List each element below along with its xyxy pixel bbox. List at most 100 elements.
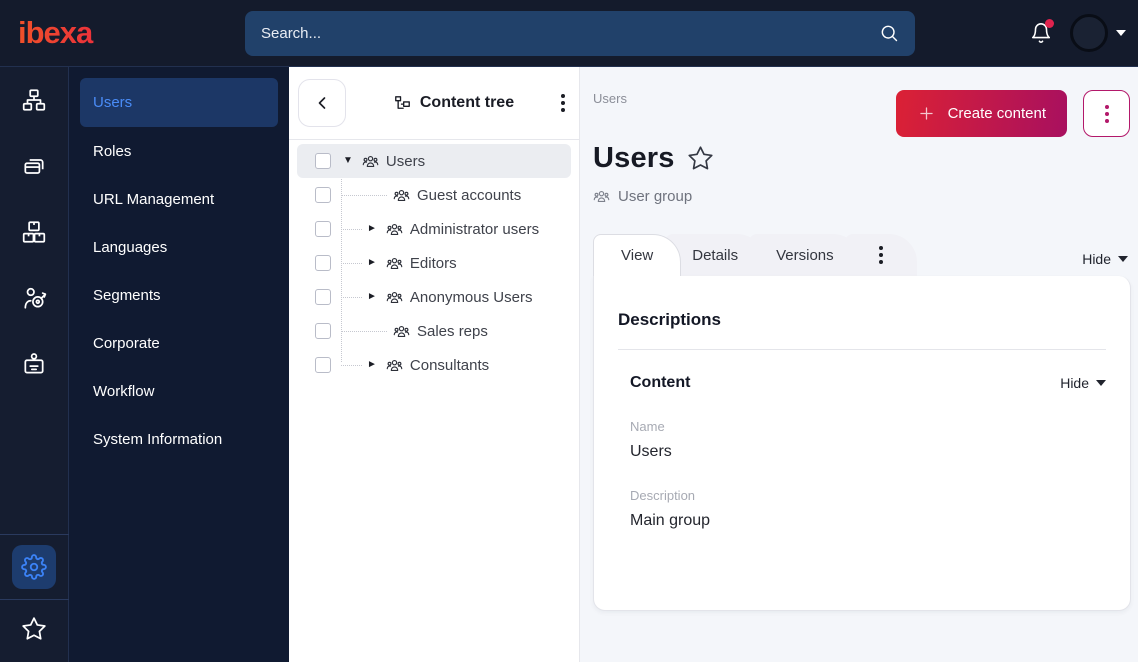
user-group-icon bbox=[593, 188, 610, 205]
sitemap-icon[interactable] bbox=[0, 67, 69, 133]
kebab-icon bbox=[878, 246, 883, 264]
tab-view[interactable]: View bbox=[593, 234, 682, 276]
sidebar-item-users[interactable]: Users bbox=[80, 78, 278, 127]
field-value-name: Users bbox=[630, 443, 672, 460]
tree-item-consultants[interactable]: ► Consultants bbox=[297, 348, 571, 382]
bookmark-star-icon[interactable] bbox=[687, 145, 714, 172]
tree-connector-line bbox=[341, 296, 362, 298]
content-type-row: User group bbox=[593, 188, 1131, 205]
content-heading: Content bbox=[630, 374, 691, 391]
admin-menu: Users Roles URL Management Languages Seg… bbox=[69, 67, 289, 662]
tree-item-label: Editors bbox=[409, 254, 457, 272]
tree-item-label: Guest accounts bbox=[417, 186, 522, 204]
more-options-button[interactable] bbox=[1083, 90, 1130, 137]
tree-item-sales-reps[interactable]: Sales reps bbox=[297, 314, 571, 348]
topbar: ibexa bbox=[0, 0, 1138, 67]
tree-item-checkbox[interactable] bbox=[315, 153, 331, 169]
personalization-icon[interactable] bbox=[0, 265, 69, 331]
tree-item-label: Consultants bbox=[409, 356, 490, 374]
sidebar-item-segments[interactable]: Segments bbox=[69, 271, 289, 319]
user-menu-chevron-down-icon[interactable] bbox=[1116, 30, 1126, 36]
tree-item-checkbox[interactable] bbox=[315, 323, 331, 339]
hide-tabs-toggle[interactable]: Hide bbox=[1082, 251, 1128, 267]
content-tree-title-wrap: Content tree bbox=[346, 94, 561, 113]
kebab-icon bbox=[1104, 104, 1109, 123]
content-tree-icon bbox=[393, 94, 412, 113]
user-group-icon bbox=[386, 255, 403, 272]
products-icon[interactable] bbox=[0, 199, 69, 265]
sidebar-item-workflow[interactable]: Workflow bbox=[69, 367, 289, 415]
tree-item-administrator-users[interactable]: ► Administrator users bbox=[297, 212, 571, 246]
id-badge-icon[interactable] bbox=[0, 331, 69, 397]
rail-bottom bbox=[0, 534, 69, 662]
expand-caret-icon[interactable]: ► bbox=[367, 224, 377, 234]
title-row: Users bbox=[593, 142, 1131, 175]
star-icon[interactable] bbox=[0, 600, 69, 658]
user-group-icon bbox=[393, 187, 410, 204]
expand-caret-icon[interactable]: ► bbox=[367, 258, 377, 268]
user-avatar[interactable] bbox=[1070, 14, 1108, 52]
card-divider bbox=[618, 349, 1106, 350]
module-rail bbox=[0, 67, 69, 662]
user-group-icon bbox=[386, 289, 403, 306]
descriptions-heading: Descriptions bbox=[618, 310, 721, 329]
sidebar-item-languages[interactable]: Languages bbox=[69, 223, 289, 271]
notifications-bell-icon[interactable] bbox=[1030, 19, 1054, 44]
content-tree-panel: Content tree ▼ Users Guest accounts ► Ad… bbox=[289, 67, 580, 662]
notification-dot bbox=[1045, 19, 1054, 28]
tree-item-checkbox[interactable] bbox=[315, 221, 331, 237]
field-label-description: Description bbox=[630, 488, 696, 503]
tree-item-label: Users bbox=[385, 152, 426, 170]
tree-item-guest-accounts[interactable]: Guest accounts bbox=[297, 178, 571, 212]
plus-icon bbox=[917, 104, 936, 123]
tree-item-checkbox[interactable] bbox=[315, 187, 331, 203]
content-section-head: Content Hide bbox=[630, 374, 1106, 392]
content-tree-header: Content tree bbox=[289, 67, 579, 140]
search-icon[interactable] bbox=[879, 23, 899, 43]
main-content: Users Create content Users User group Vi… bbox=[580, 67, 1138, 662]
tree-connector-line bbox=[341, 364, 362, 366]
settings-gear-icon[interactable] bbox=[12, 545, 56, 589]
user-group-icon bbox=[362, 153, 379, 170]
tree-connector-line bbox=[341, 194, 387, 196]
content-section: Content Hide Name Users Description Main… bbox=[618, 374, 1106, 530]
field-label-name: Name bbox=[630, 419, 665, 434]
expand-caret-icon[interactable]: ► bbox=[367, 292, 377, 302]
sidebar-item-url-management[interactable]: URL Management bbox=[69, 175, 289, 223]
collapse-tree-button[interactable] bbox=[298, 79, 346, 127]
hide-section-toggle[interactable]: Hide bbox=[1060, 375, 1106, 391]
user-group-icon bbox=[393, 323, 410, 340]
tree-connector-line bbox=[341, 330, 387, 332]
tree-item-label: Sales reps bbox=[417, 322, 488, 340]
ibexa-logo: ibexa bbox=[18, 15, 218, 51]
tree-item-checkbox[interactable] bbox=[315, 357, 331, 373]
sidebar-item-corporate[interactable]: Corporate bbox=[69, 319, 289, 367]
sidebar-item-system-information[interactable]: System Information bbox=[69, 415, 289, 463]
tree-item-checkbox[interactable] bbox=[315, 289, 331, 305]
page-title: Users bbox=[593, 142, 675, 174]
tree-item-users[interactable]: ▼ Users bbox=[297, 144, 571, 178]
topbar-right bbox=[1030, 14, 1138, 52]
hide-label: Hide bbox=[1082, 251, 1111, 267]
tree-options-kebab-icon[interactable] bbox=[561, 94, 565, 112]
create-content-button[interactable]: Create content bbox=[895, 90, 1067, 137]
sidebar-item-roles[interactable]: Roles bbox=[69, 127, 289, 175]
hide-label: Hide bbox=[1060, 375, 1089, 391]
tree-item-anonymous-users[interactable]: ► Anonymous Users bbox=[297, 280, 571, 314]
chevron-down-icon bbox=[1118, 256, 1128, 262]
field-value-description: Main group bbox=[630, 512, 711, 529]
search-input[interactable] bbox=[261, 24, 879, 42]
create-content-label: Create content bbox=[947, 105, 1046, 122]
user-group-icon bbox=[386, 221, 403, 238]
tree-item-checkbox[interactable] bbox=[315, 255, 331, 271]
tab-versions[interactable]: Versions bbox=[749, 234, 861, 276]
expand-caret-icon[interactable]: ► bbox=[367, 360, 377, 370]
collapse-caret-icon[interactable]: ▼ bbox=[343, 156, 353, 166]
user-group-icon bbox=[386, 357, 403, 374]
tree-item-editors[interactable]: ► Editors bbox=[297, 246, 571, 280]
pages-icon[interactable] bbox=[0, 133, 69, 199]
global-search[interactable] bbox=[245, 10, 915, 56]
tree-item-label: Administrator users bbox=[409, 220, 540, 238]
rail-divider bbox=[0, 534, 69, 535]
chevron-down-icon bbox=[1096, 380, 1106, 386]
